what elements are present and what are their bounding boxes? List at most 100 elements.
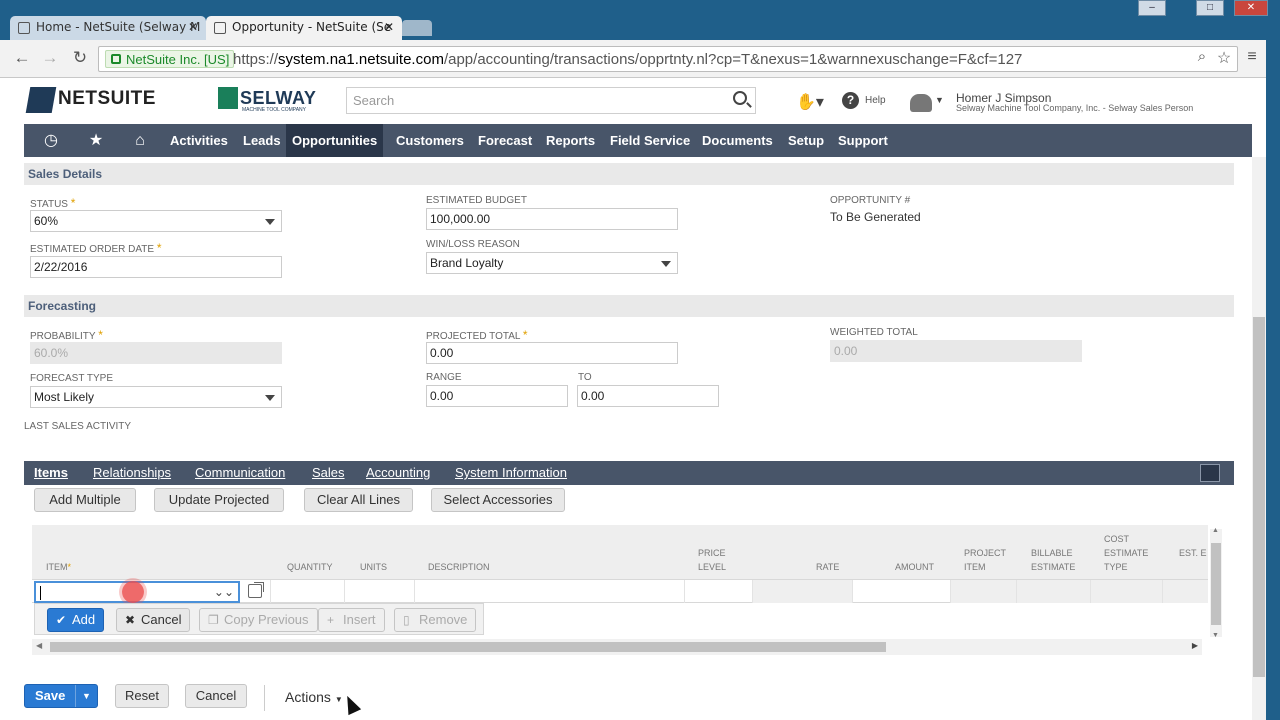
tab-relationships[interactable]: Relationships (93, 461, 171, 485)
project-item-cell[interactable] (950, 580, 1016, 603)
scroll-left-icon[interactable]: ◀ (36, 641, 42, 650)
column-quantity[interactable]: QUANTITY (287, 560, 333, 574)
nav-support[interactable]: Support (832, 124, 894, 157)
column-price-level[interactable]: PRICE LEVEL (698, 546, 738, 574)
scroll-down-icon[interactable]: ▼ (1212, 632, 1219, 639)
horizontal-scroll-thumb[interactable] (50, 642, 886, 652)
nav-forecast[interactable]: Forecast (472, 124, 538, 157)
scroll-up-icon[interactable]: ▲ (1212, 527, 1219, 534)
close-tab-icon[interactable]: ✕ (384, 20, 394, 34)
billable-estimate-cell[interactable] (1016, 580, 1090, 603)
subtab-menu-icon[interactable] (1200, 464, 1220, 482)
forecast-type-select[interactable]: Most Likely (30, 386, 282, 408)
new-tab-button[interactable] (402, 20, 432, 36)
zoom-icon[interactable]: ⌕ (1192, 48, 1212, 65)
status-select[interactable]: 60% (30, 210, 282, 232)
reload-icon[interactable]: ↻ (70, 48, 90, 68)
rate-cell[interactable] (752, 580, 852, 603)
tab-system-information[interactable]: System Information (455, 461, 567, 485)
section-sales-details[interactable]: Sales Details (24, 163, 1234, 185)
open-item-popup-icon[interactable] (248, 582, 264, 598)
help-link[interactable]: ? Help (842, 92, 886, 109)
global-search-input[interactable]: Search (346, 87, 756, 114)
grid-vertical-scrollbar[interactable]: ▲ ▼ (1210, 527, 1222, 639)
browser-tab-opportunity[interactable]: Opportunity - NetSuite (Se ✕ (206, 16, 402, 42)
copy-previous-button[interactable]: ❐ Copy Previous (199, 608, 318, 632)
maximize-button[interactable]: □ (1196, 0, 1224, 16)
vertical-scroll-thumb[interactable] (1211, 543, 1221, 625)
add-line-button[interactable]: ✔ Add (47, 608, 105, 632)
units-cell[interactable] (344, 580, 414, 603)
double-chevron-down-icon[interactable]: ⌄⌄ (214, 585, 234, 599)
star-icon[interactable]: ☆ (1214, 48, 1234, 68)
window-frame (1266, 40, 1280, 720)
tab-accounting[interactable]: Accounting (366, 461, 430, 485)
home-icon[interactable]: ⌂ (131, 132, 149, 150)
insert-line-button[interactable]: + Insert (318, 608, 385, 632)
save-button[interactable]: Save ▼ (24, 684, 98, 708)
winloss-select[interactable]: Brand Loyalty (426, 252, 678, 274)
tab-communication[interactable]: Communication (195, 461, 285, 485)
tab-sales[interactable]: Sales (312, 461, 345, 485)
range-from-input[interactable]: 0.00 (426, 385, 568, 407)
quantity-cell[interactable] (270, 580, 344, 603)
nav-activities[interactable]: Activities (164, 124, 234, 157)
nav-customers[interactable]: Customers (390, 124, 470, 157)
forward-icon[interactable]: → (40, 48, 60, 68)
favorites-star-icon[interactable]: ★ (87, 132, 105, 150)
reset-button[interactable]: Reset (115, 684, 169, 708)
netsuite-logo[interactable]: NETSUITE (25, 85, 156, 115)
nav-reports[interactable]: Reports (540, 124, 601, 157)
search-icon[interactable] (733, 91, 747, 105)
cancel-line-button[interactable]: ✖ Cancel (116, 608, 191, 632)
projected-total-input[interactable]: 0.00 (426, 342, 678, 364)
est-extended-cell[interactable] (1162, 580, 1208, 603)
nav-opportunities[interactable]: Opportunities (286, 124, 384, 157)
remove-line-button[interactable]: ▯ Remove (394, 608, 477, 632)
scroll-right-icon[interactable]: ▶ (1192, 641, 1198, 650)
nav-leads[interactable]: Leads (237, 124, 287, 157)
column-cost-estimate-type[interactable]: COST ESTIMATE TYPE (1104, 532, 1164, 574)
order-date-input[interactable]: 2/22/2016 (30, 256, 282, 278)
nav-documents[interactable]: Documents (696, 124, 779, 157)
column-description[interactable]: DESCRIPTION (428, 560, 490, 574)
recent-icon[interactable]: ◷ (42, 132, 60, 150)
page-scrollbar[interactable] (1252, 157, 1266, 720)
clear-all-lines-button[interactable]: Clear All Lines (304, 488, 413, 512)
page-scroll-thumb[interactable] (1253, 317, 1265, 677)
nav-setup[interactable]: Setup (782, 124, 830, 157)
add-multiple-button[interactable]: Add Multiple (34, 488, 136, 512)
column-units[interactable]: UNITS (360, 560, 387, 574)
column-rate[interactable]: RATE (816, 560, 839, 574)
description-cell[interactable] (414, 580, 684, 603)
column-amount[interactable]: AMOUNT (895, 560, 934, 574)
cancel-button[interactable]: Cancel (185, 684, 247, 708)
back-icon[interactable]: ← (12, 48, 32, 68)
cost-estimate-type-cell[interactable] (1090, 580, 1162, 603)
amount-cell[interactable] (852, 580, 950, 603)
ssl-badge[interactable]: NetSuite Inc. [US] (105, 50, 235, 68)
column-project-item[interactable]: PROJECT ITEM (964, 546, 1010, 574)
menu-icon[interactable]: ≡ (1242, 48, 1262, 66)
grid-horizontal-scrollbar[interactable]: ◀ ▶ (32, 639, 1202, 655)
range-to-input[interactable]: 0.00 (577, 385, 719, 407)
budget-input[interactable]: 100,000.00 (426, 208, 678, 230)
close-tab-icon[interactable]: ✕ (188, 20, 198, 34)
select-accessories-button[interactable]: Select Accessories (431, 488, 565, 512)
nav-field-service[interactable]: Field Service (604, 124, 696, 157)
browser-tab-home[interactable]: Home - NetSuite (Selway M ✕ (10, 16, 206, 42)
actions-menu[interactable]: Actions ▼ (285, 689, 343, 705)
save-options-chevron-icon[interactable]: ▼ (75, 685, 97, 707)
update-projected-button[interactable]: Update Projected (154, 488, 284, 512)
recent-records-icon[interactable]: ✋▾ (796, 92, 824, 112)
url-input[interactable]: NetSuite Inc. [US] https://system.na1.ne… (98, 46, 1238, 72)
minimize-button[interactable]: – (1138, 0, 1166, 16)
section-forecasting[interactable]: Forecasting (24, 295, 1234, 317)
column-billable-estimate[interactable]: BILLABLE ESTIMATE (1031, 546, 1091, 574)
close-window-button[interactable]: ✕ (1234, 0, 1268, 16)
column-est-extended[interactable]: EST. E (1179, 546, 1207, 560)
tab-items[interactable]: Items (34, 461, 68, 485)
column-item[interactable]: ITEM* (46, 560, 71, 574)
copy-previous-label: Copy Previous (224, 612, 309, 627)
price-level-cell[interactable] (684, 580, 752, 603)
